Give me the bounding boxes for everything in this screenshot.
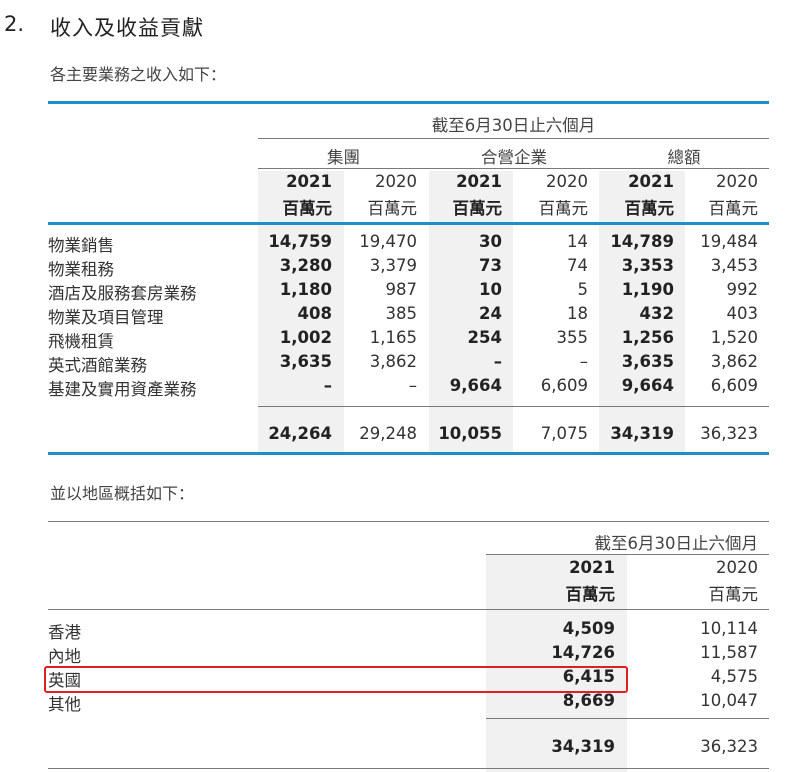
table1-group-rule <box>258 168 769 169</box>
table1-cell: 403 <box>726 304 759 323</box>
t2-total-1: 36,323 <box>700 737 758 756</box>
table1-group-header-total: 總額 <box>667 148 701 167</box>
table1-period-rule <box>258 138 769 139</box>
table1-intro: 各主要業務之收入如下： <box>50 65 227 84</box>
table1-period: 截至6月30日止六個月 <box>431 116 596 135</box>
table1-column-headers: 2021 百萬元 2020 百萬元 2021 百萬元 2020 百萬元 2021… <box>258 172 769 222</box>
t1-unit-5: 百萬元 <box>708 199 759 218</box>
table1-cell: 3,862 <box>710 352 758 371</box>
section-number: 2. <box>4 12 25 36</box>
table1-cell: 1,520 <box>710 328 758 347</box>
section-title: 收入及收益貢獻 <box>50 16 204 40</box>
table2-total-row: 34,319 36,323 <box>486 737 769 761</box>
table1-group-header-jv: 合營企業 <box>481 148 547 167</box>
table2-column-headers: 2021 百萬元 2020 百萬元 <box>486 558 769 608</box>
highlight-box <box>44 666 628 693</box>
table2-period-rule <box>486 554 769 555</box>
table1-cell: 992 <box>726 280 759 299</box>
table1-header-rule <box>48 222 769 225</box>
table1-group-header-group: 集團 <box>327 148 360 167</box>
t1-total-5: 36,323 <box>700 424 758 443</box>
table2-bottom-rule <box>48 768 769 769</box>
table1-cell: 6,609 <box>710 376 758 395</box>
t2-unit-1: 百萬元 <box>708 585 759 604</box>
table1-total-row: 24,264 29,248 10,055 7,075 34,319 36,323 <box>258 424 769 448</box>
table2-period: 截至6月30日止六個月 <box>594 534 759 553</box>
table1-cell: 3,453 <box>710 256 758 275</box>
table2-cell: 10,047 <box>700 691 758 710</box>
table2-cell: 10,114 <box>700 619 758 638</box>
table2-cell: 11,587 <box>700 643 758 662</box>
table1-body: 物業銷售 14,759 19,470 30 14 14,789 19,484 物業租務 3,28… <box>0 232 790 402</box>
table1-top-rule <box>48 101 769 104</box>
table2-intro: 並以地區概括如下： <box>50 484 195 503</box>
table1-subtotal-rule <box>258 406 769 407</box>
t1-year-5: 2020 <box>716 172 758 191</box>
table1-cell: 19,484 <box>700 232 758 251</box>
table2-top-rule <box>48 521 769 522</box>
table2-subtotal-rule <box>486 718 769 719</box>
t2-year-1: 2020 <box>716 558 758 577</box>
table2-header-rule <box>48 609 769 610</box>
table1-bottom-rule <box>48 452 769 455</box>
